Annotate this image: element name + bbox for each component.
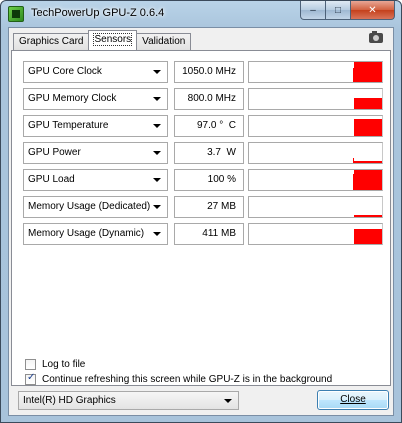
sensor-value: 3.7 W xyxy=(174,142,244,164)
graph-fill xyxy=(354,170,382,190)
chevron-down-icon xyxy=(153,97,161,101)
sensor-row-gpu-load: GPU Load 100 % xyxy=(23,169,387,191)
continue-refreshing-checkbox[interactable] xyxy=(25,372,36,385)
sensor-name-dropdown[interactable]: Memory Usage (Dynamic) xyxy=(23,223,168,245)
tab-strip: Graphics Card Sensors Validation xyxy=(13,30,192,50)
chevron-down-icon xyxy=(153,178,161,182)
title-bar[interactable]: TechPowerUp GPU-Z 0.6.4 – □ ✕ xyxy=(1,1,401,27)
graph-fill xyxy=(354,229,382,244)
minimize-icon: – xyxy=(310,4,316,16)
sensor-value: 27 MB xyxy=(174,196,244,218)
minimize-button[interactable]: – xyxy=(300,1,326,20)
close-button[interactable]: Close xyxy=(317,390,389,410)
graph-fill xyxy=(354,215,382,217)
continue-refreshing-option[interactable]: Continue refreshing this screen while GP… xyxy=(25,372,333,386)
sensor-graph xyxy=(248,115,383,137)
sensor-name-label: GPU Temperature xyxy=(28,120,109,131)
chevron-down-icon xyxy=(153,124,161,128)
graph-spike xyxy=(353,174,354,190)
log-to-file-option[interactable]: Log to file xyxy=(25,358,85,371)
sensor-name-label: Memory Usage (Dedicated) xyxy=(28,201,151,212)
sensor-name-label: GPU Memory Clock xyxy=(28,93,117,104)
tab-label: Sensors xyxy=(93,33,133,46)
sensor-name-dropdown[interactable]: GPU Memory Clock xyxy=(23,88,168,110)
sensor-value: 800.0 MHz xyxy=(174,88,244,110)
close-icon: ✕ xyxy=(368,4,377,16)
graph-fill xyxy=(354,161,382,163)
sensor-name-label: GPU Power xyxy=(28,147,81,158)
sensor-graph xyxy=(248,196,383,218)
log-to-file-label: Log to file xyxy=(42,359,86,370)
window-title: TechPowerUp GPU-Z 0.6.4 xyxy=(31,7,165,19)
graph-spike xyxy=(353,158,354,163)
sensor-name-dropdown[interactable]: Memory Usage (Dedicated) xyxy=(23,196,168,218)
sensors-panel: GPU Core Clock 1050.0 MHz GPU Memory Clo… xyxy=(11,50,391,386)
graph-spike xyxy=(353,68,354,82)
chevron-down-icon xyxy=(153,151,161,155)
gpu-z-icon[interactable] xyxy=(8,6,24,22)
chevron-down-icon xyxy=(224,399,232,403)
caption-buttons: – □ ✕ xyxy=(300,1,395,20)
gpu-select-dropdown[interactable]: Intel(R) HD Graphics xyxy=(18,391,239,410)
sensor-name-dropdown[interactable]: GPU Load xyxy=(23,169,168,191)
sensor-row-gpu-power: GPU Power 3.7 W xyxy=(23,142,387,164)
sensor-name-label: GPU Load xyxy=(28,174,75,185)
sensor-row-memory-usage-dynamic: Memory Usage (Dynamic) 411 MB xyxy=(23,223,387,245)
sensor-row-gpu-core-clock: GPU Core Clock 1050.0 MHz xyxy=(23,61,387,83)
graph-fill xyxy=(354,98,382,109)
graph-fill xyxy=(354,119,382,136)
sensor-value: 97.0 ° C xyxy=(174,115,244,137)
sensor-graph xyxy=(248,142,383,164)
gpu-z-window: TechPowerUp GPU-Z 0.6.4 – □ ✕ Graphics C… xyxy=(0,0,402,423)
sensor-graph xyxy=(248,169,383,191)
sensor-name-label: GPU Core Clock xyxy=(28,66,102,77)
tab-label: Graphics Card xyxy=(19,36,84,47)
chevron-down-icon xyxy=(153,232,161,236)
maximize-icon: □ xyxy=(334,4,342,16)
sensor-graph xyxy=(248,61,383,83)
log-to-file-checkbox[interactable] xyxy=(25,359,36,370)
sensor-name-label: Memory Usage (Dynamic) xyxy=(28,228,145,239)
tab-graphics-card[interactable]: Graphics Card xyxy=(13,33,90,50)
sensor-value: 411 MB xyxy=(174,223,244,245)
chevron-down-icon xyxy=(153,70,161,74)
sensor-name-dropdown[interactable]: GPU Temperature xyxy=(23,115,168,137)
sensor-row-memory-usage-dedicated: Memory Usage (Dedicated) 27 MB xyxy=(23,196,387,218)
tab-label: Validation xyxy=(142,36,186,47)
close-button-label: Close xyxy=(340,394,366,405)
continue-refreshing-label: Continue refreshing this screen while GP… xyxy=(42,374,333,385)
sensor-row-gpu-temperature: GPU Temperature 97.0 ° C xyxy=(23,115,387,137)
sensor-name-dropdown[interactable]: GPU Core Clock xyxy=(23,61,168,83)
camera-icon[interactable] xyxy=(369,31,383,43)
close-window-button[interactable]: ✕ xyxy=(351,1,395,20)
sensor-graph xyxy=(248,88,383,110)
client-area: Graphics Card Sensors Validation GPU Cor… xyxy=(8,27,394,416)
tab-validation[interactable]: Validation xyxy=(136,33,192,50)
sensor-value: 100 % xyxy=(174,169,244,191)
tab-sensors[interactable]: Sensors xyxy=(88,30,138,50)
graph-fill xyxy=(354,62,382,82)
sensor-graph xyxy=(248,223,383,245)
chevron-down-icon xyxy=(153,205,161,209)
sensor-row-gpu-memory-clock: GPU Memory Clock 800.0 MHz xyxy=(23,88,387,110)
sensor-name-dropdown[interactable]: GPU Power xyxy=(23,142,168,164)
sensor-value: 1050.0 MHz xyxy=(174,61,244,83)
maximize-button[interactable]: □ xyxy=(326,1,351,20)
gpu-select-value: Intel(R) HD Graphics xyxy=(23,395,116,406)
